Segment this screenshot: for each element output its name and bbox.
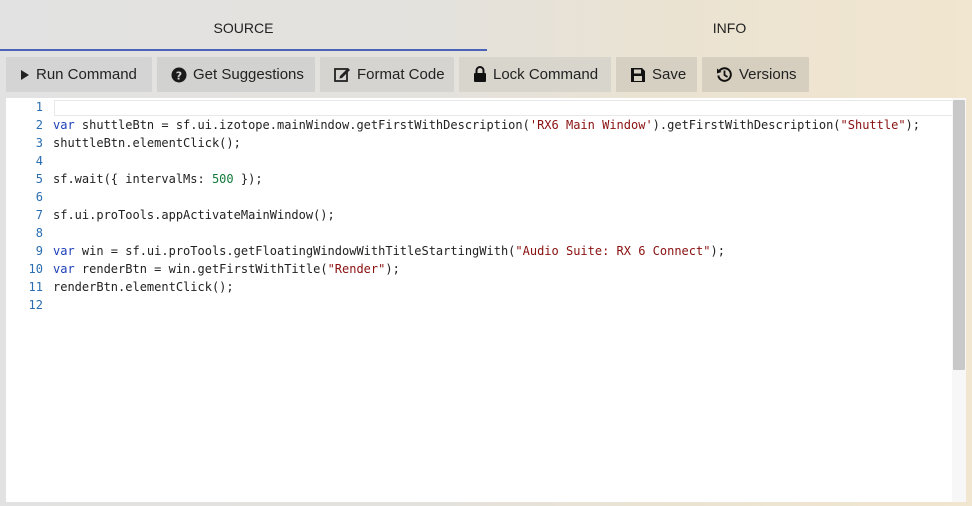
code-token: sf.ui.proTools.appActivateMainWindow(); (53, 208, 335, 222)
line-number: 2 (35, 118, 43, 132)
history-icon (716, 66, 733, 83)
line-number: 11 (28, 280, 43, 294)
tab-info[interactable]: INFO (487, 3, 972, 51)
line-number: 3 (35, 136, 43, 150)
code-token: var (53, 118, 75, 132)
code-token: ); (710, 244, 725, 258)
svg-text:?: ? (176, 69, 182, 82)
code-line: sf.wait({ intervalMs: 500 }); (53, 170, 263, 188)
code-token: 500 (211, 172, 234, 186)
code-token: sf.wait({ intervalMs: (53, 172, 212, 186)
code-token: ).getFirstWithDescription( (652, 118, 841, 132)
question-circle-icon: ? (171, 67, 187, 83)
line-number: 12 (28, 298, 43, 312)
run-command-button[interactable]: Run Command (6, 57, 152, 92)
code-line: shuttleBtn.elementClick(); (53, 134, 241, 152)
run-command-label: Run Command (36, 66, 137, 83)
toolbar: Run Command ? Get Suggestions Format Cod… (0, 56, 972, 93)
code-token: "Shuttle" (840, 118, 906, 132)
scrollbar-thumb[interactable] (953, 100, 965, 370)
code-line: var win = sf.ui.proTools.getFloatingWind… (53, 242, 725, 260)
code-token: renderBtn = win.getFirstWithTitle( (74, 262, 328, 276)
floppy-disk-icon (630, 67, 646, 83)
code-token: renderBtn.elementClick(); (53, 280, 234, 294)
line-number: 6 (35, 190, 43, 204)
versions-label: Versions (739, 66, 797, 83)
edit-icon (334, 66, 351, 83)
get-suggestions-label: Get Suggestions (193, 66, 304, 83)
play-icon (20, 69, 30, 81)
code-token: shuttleBtn = sf.ui.izotope.mainWindow.ge… (74, 118, 530, 132)
line-number: 8 (35, 226, 43, 240)
versions-button[interactable]: Versions (702, 57, 809, 92)
line-number: 10 (28, 262, 43, 276)
format-code-button[interactable]: Format Code (320, 57, 454, 92)
line-number: 9 (35, 244, 43, 258)
code-token: }); (233, 172, 263, 186)
current-line-highlight (54, 100, 954, 116)
code-line: var shuttleBtn = sf.ui.izotope.mainWindo… (53, 116, 920, 134)
format-code-label: Format Code (357, 66, 445, 83)
code-editor[interactable]: 1 2 3 4 5 6 7 8 9 10 11 12 var shuttleBtn = sf.ui.i… (6, 98, 966, 502)
tab-bar: SOURCE INFO (0, 3, 972, 51)
lock-command-button[interactable]: Lock Command (459, 57, 611, 92)
code-line: var renderBtn = win.getFirstWithTitle("R… (53, 260, 400, 278)
code-token: shuttleBtn.elementClick(); (53, 136, 241, 150)
line-number: 5 (35, 172, 43, 186)
save-label: Save (652, 66, 687, 83)
line-number: 7 (35, 208, 43, 222)
code-line: renderBtn.elementClick(); (53, 278, 234, 296)
code-token: ); (385, 262, 400, 276)
code-line: sf.ui.proTools.appActivateMainWindow(); (53, 206, 335, 224)
get-suggestions-button[interactable]: ? Get Suggestions (157, 57, 315, 92)
code-token: 'RX6 Main Window' (529, 118, 653, 132)
code-token: var (53, 244, 75, 258)
lock-icon (473, 66, 487, 83)
tab-source[interactable]: SOURCE (0, 3, 487, 51)
save-button[interactable]: Save (616, 57, 697, 92)
code-token: var (53, 262, 75, 276)
lock-command-label: Lock Command (493, 66, 599, 83)
code-token: ); (905, 118, 920, 132)
code-token: "Audio Suite: RX 6 Connect" (515, 244, 711, 258)
code-token: win = sf.ui.proTools.getFloatingWindowWi… (74, 244, 516, 258)
code-token: "Render" (327, 262, 386, 276)
command-editor-window: SOURCE INFO Run Command ? Get Suggestion… (0, 0, 972, 506)
line-number: 4 (35, 154, 43, 168)
line-number: 1 (35, 100, 43, 114)
